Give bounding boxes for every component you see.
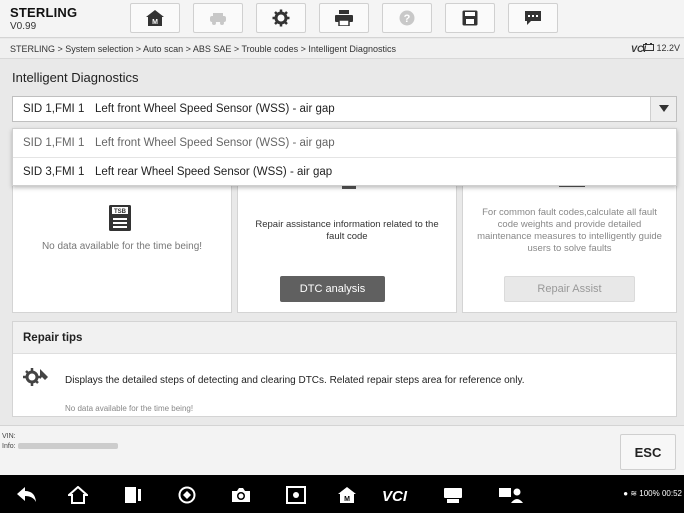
svg-text:?: ?: [404, 13, 411, 25]
home-button[interactable]: M: [130, 3, 180, 33]
info-label: Info:: [2, 443, 16, 450]
save-button[interactable]: [445, 3, 495, 33]
vehicle-info: VIN: Info:: [2, 432, 118, 452]
fault-code-dropdown[interactable]: SID 1,FMI 1 Left front Wheel Speed Senso…: [12, 96, 677, 122]
vehicle-swap-button[interactable]: [193, 3, 243, 33]
top-toolbar: STERLING V0.99 M ?: [0, 0, 684, 38]
repair-tips-title: Repair tips: [13, 322, 676, 354]
home-icon: M: [145, 9, 165, 27]
option-code: SID 3,FMI 1: [23, 165, 85, 178]
tsb-no-data: No data available for the time being!: [41, 241, 203, 252]
screenshot-icon[interactable]: [285, 485, 307, 505]
repair-tips-no-data: No data available for the time being!: [65, 404, 194, 413]
car-battery-icon: [643, 43, 655, 53]
printer-icon: [334, 10, 354, 26]
gear-icon: [272, 9, 290, 27]
wrench-gear-icon: [23, 367, 49, 392]
redacted-info: [17, 443, 118, 450]
battery-voltage: 12.2V: [656, 43, 680, 53]
dropdown-option[interactable]: SID 1,FMI 1 Left front Wheel Speed Senso…: [13, 129, 676, 157]
camera-icon[interactable]: [230, 485, 252, 505]
breadcrumb: STERLING > System selection > Auto scan …: [10, 44, 396, 54]
app-brand: STERLING V0.99: [10, 5, 77, 32]
app-version: V0.99: [10, 21, 37, 32]
clock: 00:52: [661, 489, 682, 498]
repair-tips-panel: Repair tips Displays the detailed steps …: [12, 321, 677, 417]
settings-button[interactable]: [256, 3, 306, 33]
remote-support-icon[interactable]: [498, 485, 524, 505]
breadcrumb-bar: STERLING > System selection > Auto scan …: [0, 39, 684, 59]
dropdown-option[interactable]: SID 3,FMI 1 Left rear Wheel Speed Sensor…: [13, 157, 676, 185]
system-nav-bar: M VCI ● ≋ 100% 00:52: [0, 475, 684, 513]
esc-button[interactable]: ESC: [620, 434, 676, 470]
dropdown-selected-desc: Left front Wheel Speed Sensor (WSS) - ai…: [95, 103, 335, 115]
message-button[interactable]: [508, 3, 558, 33]
app-title: STERLING: [10, 5, 78, 20]
triangle-down-icon: [658, 103, 669, 115]
recent-apps-icon[interactable]: [122, 485, 144, 505]
battery-percent: 100%: [639, 489, 660, 498]
option-desc: Left front Wheel Speed Sensor (WSS) - ai…: [95, 137, 335, 149]
fault-code-dropdown-menu: SID 1,FMI 1 Left front Wheel Speed Senso…: [12, 128, 677, 186]
repair-assist-text: For common fault codes,calculate all fau…: [477, 207, 662, 254]
print-button[interactable]: [319, 3, 369, 33]
help-button[interactable]: ?: [382, 3, 432, 33]
help-icon: ?: [399, 10, 415, 26]
home-icon[interactable]: [67, 485, 89, 505]
dtc-analysis-text: Repair assistance information related to…: [255, 219, 439, 242]
svg-text:TSB: TSB: [114, 209, 127, 215]
browser-icon[interactable]: [176, 485, 198, 505]
dropdown-toggle[interactable]: [650, 97, 676, 121]
back-icon[interactable]: [16, 485, 38, 505]
svg-text:M: M: [152, 19, 158, 26]
repair-tips-description: Displays the detailed steps of detecting…: [65, 375, 525, 386]
page-title: Intelligent Diagnostics: [12, 70, 139, 85]
battery-voltage-indicator: 12.2V: [643, 43, 680, 53]
dtc-analysis-button[interactable]: DTC analysis: [280, 276, 385, 302]
vci-icon[interactable]: VCI: [382, 485, 418, 505]
option-code: SID 1,FMI 1: [23, 137, 85, 149]
autel-home-icon[interactable]: M: [336, 485, 358, 505]
svg-text:VCI: VCI: [382, 488, 408, 503]
tsb-document-icon: TSB: [109, 205, 131, 236]
data-manager-icon[interactable]: [442, 485, 464, 505]
dropdown-selected-code: SID 1,FMI 1: [23, 103, 85, 115]
vin-label: VIN:: [2, 433, 16, 440]
message-icon: [524, 10, 542, 26]
footer-bar: VIN: Info: ESC: [0, 425, 684, 475]
vehicle-swap-icon: [208, 10, 228, 26]
location-icon: ●: [623, 489, 629, 498]
repair-assist-button[interactable]: Repair Assist: [504, 276, 635, 302]
option-desc: Left rear Wheel Speed Sensor (WSS) - air…: [95, 165, 333, 178]
save-icon: [462, 10, 478, 26]
status-bar: ● ≋ 100% 00:52: [623, 489, 682, 498]
svg-text:M: M: [344, 496, 350, 503]
wifi-icon: ≋: [630, 489, 638, 498]
